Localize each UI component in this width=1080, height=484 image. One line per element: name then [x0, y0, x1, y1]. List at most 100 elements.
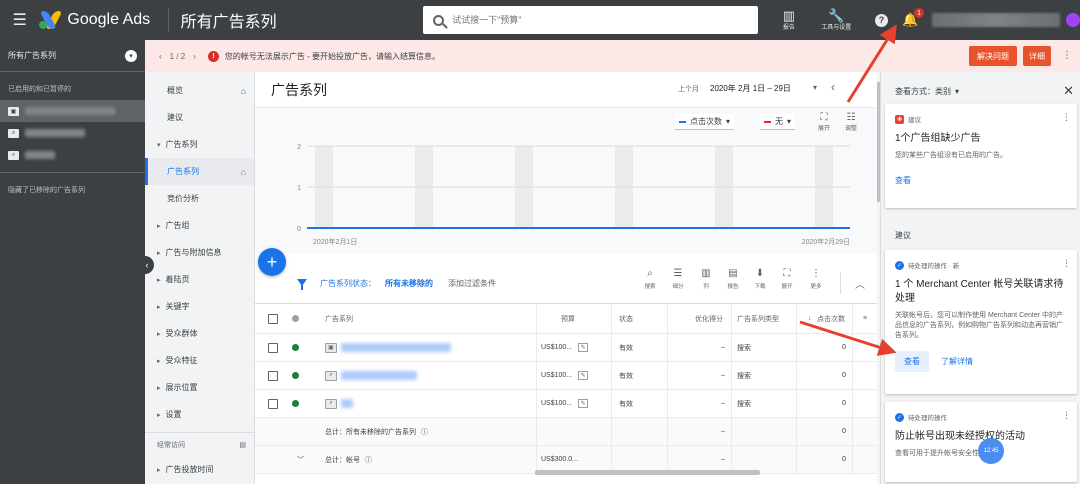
nav-item-ad-schedule[interactable]: 广告投放时间 — [145, 456, 254, 483]
status-value: 有效 — [619, 372, 633, 380]
nav-label: 概览 — [167, 86, 183, 95]
add-filter-button[interactable]: 添加过滤条件 — [448, 278, 496, 289]
chevron-down-icon[interactable]: ▾ — [125, 49, 137, 62]
chevron-left-icon[interactable]: ‹ — [831, 80, 835, 94]
account-info-blurred[interactable] — [932, 13, 1061, 27]
avatar[interactable] — [1066, 13, 1080, 27]
campaign-name-blurred[interactable] — [341, 399, 353, 408]
nav-group-keywords[interactable]: 关键字 — [145, 293, 254, 320]
chevron-down-icon[interactable]: ﹀ — [297, 446, 304, 473]
status-dot-header — [292, 315, 299, 322]
help-outline-icon[interactable]: ⓘ — [365, 455, 372, 465]
table-columns-button[interactable]: ▥ 列 — [694, 268, 718, 290]
nav-group-demographics[interactable]: 受众特征 — [145, 347, 254, 374]
pin-icon[interactable]: ▤ — [239, 441, 246, 449]
x-tick-start: 2020年2月1日 — [313, 237, 357, 246]
more-vert-icon[interactable]: ⋮ — [1062, 258, 1071, 269]
tools-button[interactable]: 🔧 工具与设置 — [816, 8, 857, 32]
filter-icon[interactable] — [297, 279, 307, 290]
campaign-list-item[interactable]: ▣ — [0, 100, 145, 122]
campaign-list-item[interactable]: ⌕ — [0, 144, 145, 166]
table-report-button[interactable]: ▤ 报告 — [721, 268, 745, 290]
more-vert-icon[interactable]: ⋮ — [1062, 410, 1071, 421]
table-row[interactable]: ⌕ US$100... ✎ 有效 – 搜索 0 — [255, 390, 880, 418]
nav-group-ads-extensions[interactable]: 广告与附加信息 — [145, 239, 254, 266]
sort-arrow-icon[interactable]: ↓ — [808, 304, 812, 333]
chart-adjust-button[interactable]: ☷ 调整 — [845, 112, 857, 132]
date-dropdown-icon[interactable]: ▾ — [813, 83, 817, 92]
google-ads-logo[interactable]: Google Ads — [39, 11, 155, 29]
col-more-icon[interactable]: ≡ — [863, 304, 867, 333]
status-dot-enabled[interactable] — [292, 344, 299, 351]
home-icon: ⌂ — [240, 166, 246, 177]
table-more-button[interactable]: ⋮ 更多 — [804, 268, 828, 290]
nav-group-settings[interactable]: 设置 — [145, 401, 254, 428]
filter-label[interactable]: 广告系列状态： — [320, 278, 376, 289]
y-tick-label: 0 — [297, 226, 301, 233]
status-dot-enabled[interactable] — [292, 372, 299, 379]
nav-item-campaigns[interactable]: 广告系列 ⌂ — [145, 158, 254, 185]
campaign-name-blurred[interactable] — [341, 343, 451, 352]
chevron-up-icon[interactable]: ︿ — [855, 276, 865, 291]
row-checkbox[interactable] — [268, 342, 278, 353]
nav-group-placements[interactable]: 展示位置 — [145, 374, 254, 401]
search-input[interactable] — [452, 15, 733, 25]
campaign-name-blurred[interactable] — [341, 371, 417, 380]
chart-expand-button[interactable]: ⛶ 展开 — [818, 112, 830, 132]
col-header-status[interactable]: 状态 — [619, 304, 633, 333]
more-vert-icon[interactable]: ⋮ — [1062, 112, 1071, 123]
col-header-type[interactable]: 广告系列类型 — [737, 304, 779, 333]
edit-budget-icon[interactable]: ✎ — [578, 399, 589, 408]
hidden-removed-note[interactable]: 隐藏了已移除的广告系列 — [0, 172, 145, 207]
campaign-name-blurred — [25, 107, 115, 115]
details-button[interactable]: 详细 — [1023, 46, 1051, 66]
status-dot-enabled[interactable] — [292, 400, 299, 407]
reports-button[interactable]: ▥ 报告 — [768, 8, 809, 32]
search-box[interactable] — [423, 6, 759, 34]
nav-group-audiences[interactable]: 受众群体 — [145, 320, 254, 347]
chevron-right-icon[interactable]: › — [193, 52, 196, 61]
nav-item-auction-insights[interactable]: 竞价分析 — [145, 185, 254, 212]
col-header-clicks[interactable]: 点击次数 — [817, 304, 845, 333]
select-all-checkbox[interactable] — [268, 313, 278, 324]
horizontal-scrollbar[interactable] — [535, 470, 760, 475]
edit-budget-icon[interactable]: ✎ — [578, 343, 589, 352]
date-range-picker[interactable]: 2020年 2月 1日 – 29日 — [710, 83, 791, 94]
chevron-left-icon[interactable]: ‹ — [159, 52, 162, 61]
account-panel-header[interactable]: 所有广告系列 ▾ — [0, 40, 145, 72]
col-header-campaign[interactable]: 广告系列 — [325, 304, 353, 333]
table-segment-button[interactable]: ☰ 细分 — [666, 268, 690, 290]
help-icon[interactable]: ? — [874, 13, 888, 27]
filter-value[interactable]: 所有未移除的 — [385, 278, 433, 289]
row-checkbox[interactable] — [268, 370, 278, 381]
col-header-score[interactable]: 优化得分 — [695, 304, 723, 333]
more-vert-icon[interactable]: ⋮ — [1062, 50, 1072, 61]
nav-group-landing-pages[interactable]: 着陆页 — [145, 266, 254, 293]
notifications-bell-icon[interactable]: 🔔 1 — [902, 8, 925, 28]
close-icon[interactable]: ✕ — [1063, 83, 1074, 99]
campaign-list-item[interactable]: ⌕ — [0, 122, 145, 144]
nav-group-campaigns[interactable]: 广告系列 — [145, 131, 254, 158]
nav-item-recommendations[interactable]: 建议 — [145, 104, 254, 131]
col-header-budget[interactable]: 预算 — [561, 304, 575, 333]
row-checkbox[interactable] — [268, 398, 278, 409]
view-link[interactable]: 查看 — [895, 175, 911, 186]
table-expand-button[interactable]: ⛶ 展开 — [775, 268, 799, 290]
table-search-button[interactable]: ⌕ 搜索 — [638, 268, 662, 290]
table-download-button[interactable]: ⬇ 下载 — [748, 268, 772, 290]
table-row[interactable]: ⌕ US$100... ✎ 有效 – 搜索 0 — [255, 362, 880, 390]
learn-more-link[interactable]: 了解详情 — [941, 356, 973, 367]
add-campaign-button[interactable]: + — [258, 248, 286, 276]
metric1-selector[interactable]: 点击次数 ▾ — [675, 114, 735, 130]
table-row[interactable]: ▣ US$100... ✎ 有效 – 搜索 0 — [255, 334, 880, 362]
campaigns-table: 广告系列 预算 状态 优化得分 广告系列类型 ↓ 点击次数 ≡ ▣ US$100… — [255, 304, 880, 474]
metric2-selector[interactable]: 无 ▾ — [760, 114, 796, 130]
edit-budget-icon[interactable]: ✎ — [578, 371, 589, 380]
menu-icon[interactable]: ☰ — [0, 0, 39, 40]
fix-problem-button[interactable]: 解决问题 — [969, 46, 1017, 66]
fullscreen-icon: ⛶ — [820, 112, 828, 123]
help-outline-icon[interactable]: ⓘ — [421, 427, 428, 437]
nav-group-ad-groups[interactable]: 广告组 — [145, 212, 254, 239]
nav-item-overview[interactable]: 概览 ⌂ — [145, 77, 254, 104]
view-button[interactable]: 查看 — [895, 351, 929, 373]
